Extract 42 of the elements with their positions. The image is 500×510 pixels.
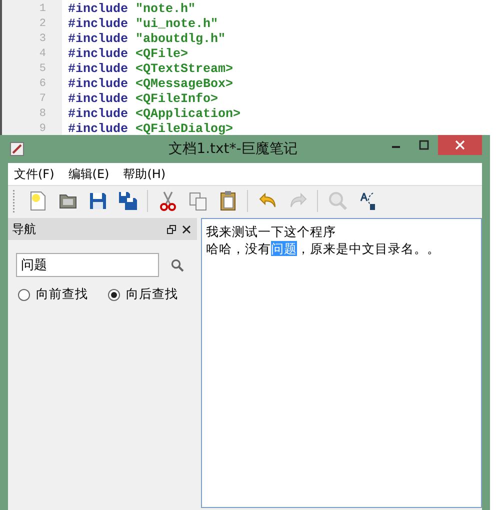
radio-label: 向前查找 bbox=[36, 286, 88, 303]
code-line: #include <QApplication> bbox=[68, 106, 241, 120]
search-icon[interactable] bbox=[171, 258, 184, 272]
menu-item[interactable]: 编辑(E) bbox=[68, 166, 110, 182]
code-line: #include <QFileDialog> bbox=[68, 122, 234, 136]
code-line: #include "note.h" bbox=[68, 2, 196, 16]
radio-button[interactable] bbox=[18, 288, 30, 300]
search-icon bbox=[326, 190, 348, 212]
line-number: 5 bbox=[38, 62, 46, 74]
close-icon bbox=[455, 140, 465, 150]
text-editor[interactable]: 我来测试一下这个程序 哈哈，没有问题，原来是中文目录名。。 bbox=[201, 218, 482, 508]
toolbar-grip-icon bbox=[12, 189, 15, 213]
line-number: 6 bbox=[38, 78, 46, 90]
code-line: #include <QTextStream> bbox=[68, 62, 234, 76]
search-field[interactable]: 问题 bbox=[16, 253, 159, 277]
line-number: 4 bbox=[38, 48, 46, 60]
maximize-icon bbox=[419, 140, 429, 150]
pen-icon bbox=[10, 142, 24, 156]
line-number: 3 bbox=[38, 32, 46, 44]
float-panel-icon[interactable] bbox=[167, 224, 176, 234]
code-line: #include "aboutdlg.h" bbox=[68, 32, 226, 46]
radio-button[interactable] bbox=[108, 288, 120, 300]
line-number: 1 bbox=[38, 2, 46, 14]
line-number: 2 bbox=[38, 18, 46, 30]
line-number: 9 bbox=[38, 122, 46, 134]
floppy-disks-icon bbox=[116, 190, 138, 212]
panel-title: 导航 bbox=[12, 220, 36, 238]
text-line: 哈哈，没有问题，原来是中文目录名。。 bbox=[206, 240, 441, 257]
close-button[interactable] bbox=[438, 135, 482, 155]
code-line: #include <QMessageBox> bbox=[68, 76, 234, 90]
menu-item[interactable]: 文件(F) bbox=[14, 166, 54, 182]
copy-icon bbox=[186, 190, 208, 212]
code-line: #include <QFile> bbox=[68, 46, 188, 60]
close-icon[interactable] bbox=[182, 224, 191, 234]
line-number: 8 bbox=[38, 108, 46, 120]
window-title: 文档1.txt*-巨魔笔记 bbox=[168, 140, 298, 158]
line-number: 7 bbox=[38, 92, 46, 104]
radio-label: 向后查找 bbox=[126, 286, 178, 303]
menu-item[interactable]: 帮助(H) bbox=[123, 166, 166, 182]
code-line: #include <QFileInfo> bbox=[68, 92, 218, 106]
text-line: 我来测试一下这个程序 bbox=[206, 223, 337, 240]
code-line: #include "ui_note.h" bbox=[68, 16, 218, 30]
